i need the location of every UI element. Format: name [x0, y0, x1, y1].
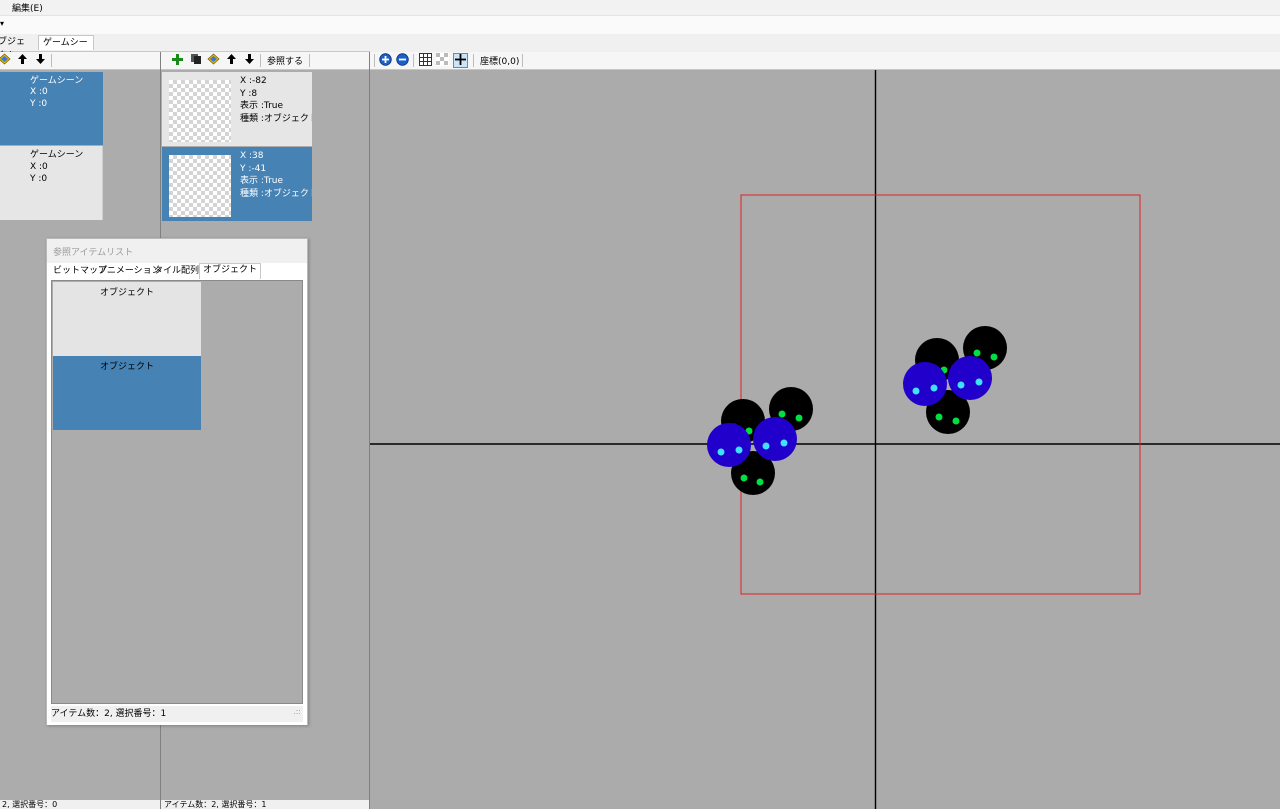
sprite-blue — [753, 417, 797, 461]
scene-y: Y :0 — [30, 174, 48, 184]
scene-x: X :0 — [30, 162, 48, 172]
scene-item[interactable]: ゲームシーン X :0 Y :0 — [0, 146, 103, 220]
toolbar-separator — [522, 54, 523, 67]
canvas-toolbar: 座標(0,0) — [370, 52, 1280, 70]
toolbar-separator — [309, 54, 310, 67]
scene-title: ゲームシーン — [30, 76, 84, 86]
grid-icon[interactable] — [418, 53, 433, 68]
object-thumbnail — [169, 80, 231, 142]
paint-icon[interactable] — [206, 53, 221, 68]
arrow-up-icon[interactable] — [224, 53, 239, 68]
scene-canvas[interactable] — [370, 70, 1280, 809]
arrow-up-icon[interactable] — [15, 53, 30, 68]
main-tab-row: ブジェクト ゲームシーン — [0, 34, 370, 62]
resize-grip-icon[interactable]: .:: — [293, 704, 301, 720]
object-thumbnail — [169, 155, 231, 217]
object-status: アイテム数：2, 選択番号：1 — [164, 800, 267, 809]
plus-icon[interactable] — [170, 53, 185, 68]
checker-icon[interactable] — [435, 53, 450, 68]
scene-toolbar — [0, 52, 160, 70]
object-kind: 種類 :オブジェクトア — [240, 113, 312, 124]
toolbar-separator — [51, 54, 52, 67]
sprite-blue — [948, 356, 992, 400]
dialog-status-text: アイテム数：2, 選択番号：1 — [51, 709, 167, 719]
dialog-item-label: オブジェクト — [99, 288, 154, 298]
tab-game-scene[interactable]: ゲームシーン — [38, 35, 94, 62]
object-item[interactable]: X :-82 Y :8 表示 :True 種類 :オブジェクトア — [162, 72, 312, 146]
object-toolbar: 参照する — [161, 52, 369, 70]
zoom-in-icon[interactable] — [378, 53, 393, 68]
object-item[interactable]: X :38 Y :-41 表示 :True 種類 :オブジェクトア — [162, 147, 312, 221]
zoom-out-icon[interactable] — [395, 53, 410, 68]
add-icon[interactable] — [0, 53, 12, 68]
canvas-drawing — [370, 70, 1280, 809]
sprite-group-left — [707, 387, 813, 495]
dialog-tab-tile-array[interactable]: タイル配列 — [151, 265, 202, 279]
crosshair-icon[interactable] — [453, 53, 468, 68]
dialog-body: ビットマップ アニメーション タイル配列 オブジェクト オブジェクト オブジェク… — [47, 263, 307, 725]
sub-toolbar: ▾ — [0, 16, 1280, 34]
copy-icon[interactable] — [188, 53, 203, 68]
menu-edit[interactable]: 編集(E) — [12, 1, 43, 14]
dialog-list-item[interactable]: オブジェクト — [53, 356, 201, 430]
object-y: Y :8 — [240, 88, 258, 99]
object-kind: 種類 :オブジェクトア — [240, 188, 312, 199]
reference-item-dialog[interactable]: 参照アイテムリスト ビットマップ アニメーション タイル配列 オブジェクト オブ… — [46, 238, 308, 725]
dialog-tab-object[interactable]: オブジェクト — [199, 263, 262, 279]
reference-button[interactable]: 参照する — [267, 54, 303, 67]
scene-x: X :0 — [30, 87, 48, 97]
toolbar-separator — [374, 54, 375, 67]
toolbar-separator — [260, 54, 261, 67]
arrow-down-icon[interactable] — [33, 53, 48, 68]
menu-bar: 編集(E) — [0, 0, 1280, 16]
sprite-blue — [903, 362, 947, 406]
object-x: X :-82 — [240, 76, 267, 86]
dropdown-caret-icon[interactable]: ▾ — [0, 19, 4, 28]
scene-y: Y :0 — [30, 99, 48, 109]
object-visible: 表示 :True — [240, 176, 284, 186]
object-x: X :38 — [240, 151, 264, 161]
dialog-list-item[interactable]: オブジェクト — [53, 282, 201, 356]
toolbar-separator — [473, 54, 474, 67]
dialog-item-label: オブジェクト — [99, 362, 154, 372]
object-visible: 表示 :True — [240, 101, 284, 111]
scene-item[interactable]: ゲームシーン X :0 Y :0 — [0, 72, 103, 145]
object-y: Y :-41 — [240, 163, 267, 174]
dialog-status: アイテム数：2, 選択番号：1 .:: — [51, 706, 303, 722]
toolbar-separator — [413, 54, 414, 67]
tab-object[interactable]: ブジェクト — [0, 35, 36, 61]
arrow-down-icon[interactable] — [242, 53, 257, 68]
scene-title: ゲームシーン — [30, 150, 84, 160]
scene-status: 2, 選択番号：0 — [2, 800, 58, 809]
dialog-item-list: オブジェクト オブジェクト — [51, 280, 303, 704]
sprite-group-right — [903, 326, 1007, 434]
dialog-title: 参照アイテムリスト — [53, 248, 134, 258]
sprite-blue — [707, 423, 751, 467]
coordinate-readout: 座標(0,0) — [480, 57, 520, 67]
